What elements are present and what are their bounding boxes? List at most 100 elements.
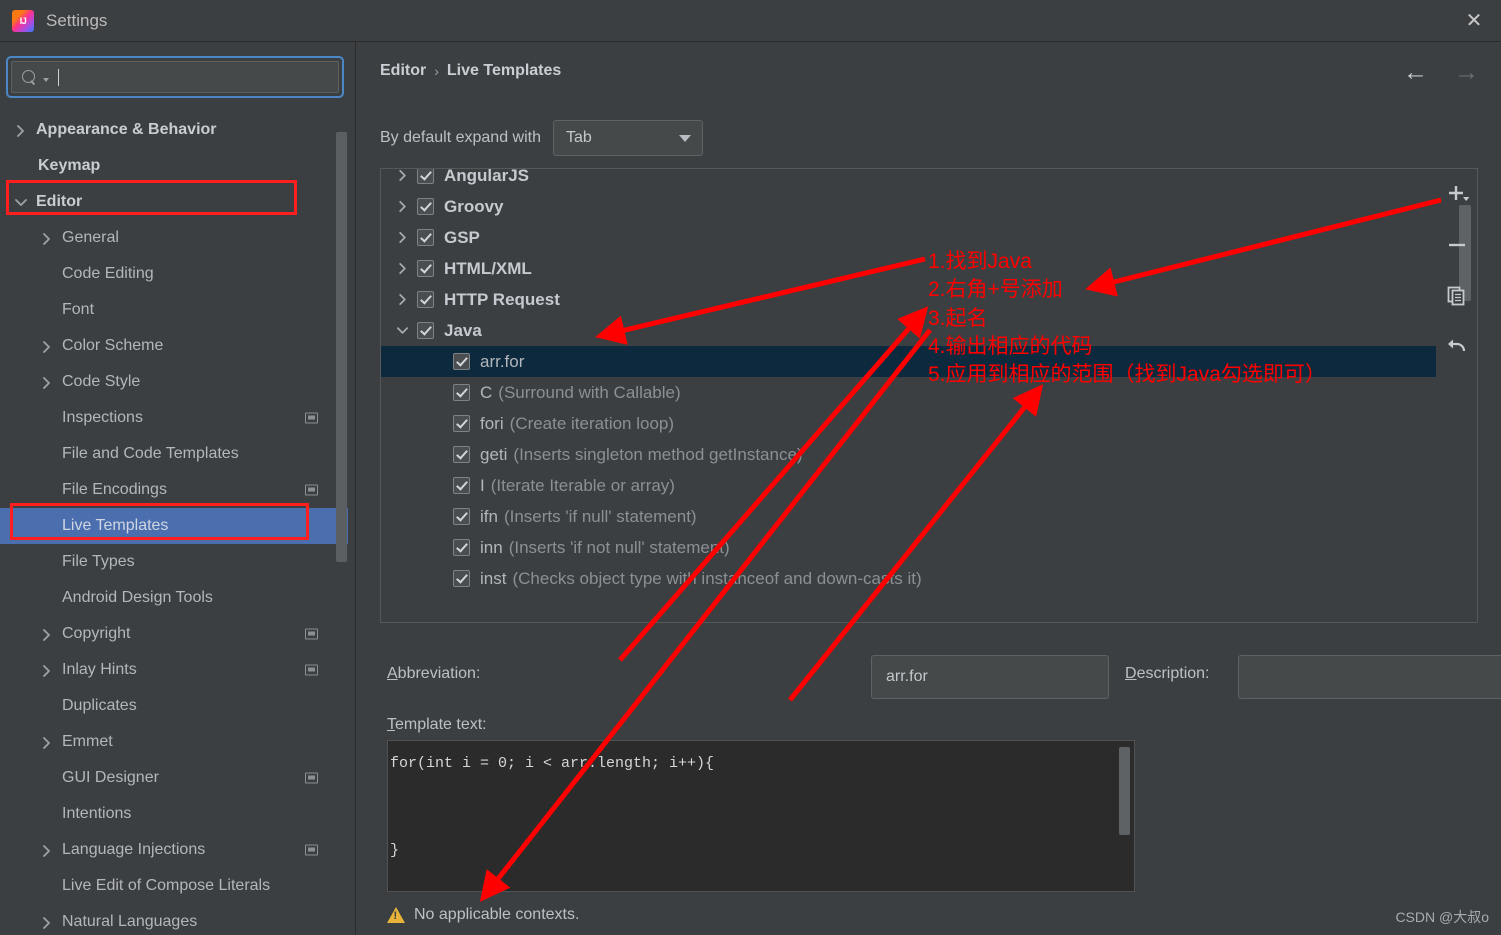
- chevron-right-icon[interactable]: [14, 124, 26, 137]
- template-row[interactable]: inn (Inserts 'if not null' statement): [381, 532, 1436, 563]
- sidebar-item-live-templates[interactable]: Live Templates: [0, 508, 348, 544]
- add-template-button[interactable]: [1443, 182, 1471, 210]
- chevron-right-icon[interactable]: [40, 232, 52, 245]
- sidebar-item-android-design-tools[interactable]: Android Design Tools: [0, 580, 348, 616]
- sidebar-item-copyright[interactable]: Copyright: [0, 616, 348, 652]
- template-checkbox[interactable]: [453, 353, 470, 370]
- sidebar-item-gui-designer[interactable]: GUI Designer: [0, 760, 348, 796]
- chevron-right-icon[interactable]: [40, 844, 52, 857]
- template-checkbox[interactable]: [453, 477, 470, 494]
- template-checkbox[interactable]: [417, 229, 434, 246]
- back-arrow-icon[interactable]: ←: [1403, 60, 1428, 85]
- chevron-right-icon[interactable]: [395, 262, 409, 275]
- chevron-right-icon[interactable]: [40, 736, 52, 749]
- templates-toolbar: [1434, 170, 1480, 370]
- search-box[interactable]: [11, 61, 339, 93]
- breadcrumb-current: Live Templates: [446, 62, 562, 79]
- revert-template-button[interactable]: [1443, 332, 1471, 360]
- sidebar-item-intentions[interactable]: Intentions: [0, 796, 348, 832]
- chevron-right-icon[interactable]: [40, 916, 52, 929]
- template-row[interactable]: Java: [381, 315, 1436, 346]
- sidebar-item-file-and-code-templates[interactable]: File and Code Templates: [0, 436, 348, 472]
- template-row[interactable]: fori (Create iteration loop): [381, 408, 1436, 439]
- sidebar-item-label: Copyright: [62, 625, 131, 642]
- template-checkbox[interactable]: [417, 169, 434, 184]
- template-name: Groovy: [444, 196, 504, 216]
- template-checkbox[interactable]: [417, 260, 434, 277]
- close-icon[interactable]: ✕: [1461, 8, 1487, 34]
- sidebar-item-label: Font: [62, 301, 95, 318]
- template-row[interactable]: geti (Inserts singleton method getInstanc…: [381, 439, 1436, 470]
- chevron-down-icon[interactable]: [14, 196, 27, 208]
- template-text-editor[interactable]: for(int i = 0; i < arr.length; i++){ }: [387, 740, 1135, 892]
- abbreviation-input[interactable]: [871, 655, 1109, 699]
- template-checkbox[interactable]: [417, 322, 434, 339]
- template-row[interactable]: HTTP Request: [381, 284, 1436, 315]
- breadcrumb-parent[interactable]: Editor: [380, 62, 426, 80]
- template-description: (Inserts 'if not null' statement): [508, 537, 730, 557]
- template-row[interactable]: I (Iterate Iterable or array): [381, 470, 1436, 501]
- template-row[interactable]: AngularJS: [381, 169, 1436, 191]
- navigation-arrows: ← →: [1403, 60, 1479, 85]
- sidebar-item-label: GUI Designer: [62, 769, 159, 786]
- search-icon: [22, 69, 42, 85]
- chevron-right-icon[interactable]: [395, 200, 409, 213]
- template-row[interactable]: inst (Checks object type with instanceof …: [381, 563, 1436, 594]
- template-name: C: [480, 382, 493, 402]
- sidebar-item-label: Language Injections: [62, 841, 206, 858]
- template-checkbox[interactable]: [417, 291, 434, 308]
- sidebar-item-editor[interactable]: Editor: [0, 184, 348, 220]
- forward-arrow-icon[interactable]: →: [1454, 60, 1479, 85]
- description-input[interactable]: [1238, 655, 1501, 699]
- template-name: ifn: [480, 506, 498, 526]
- sidebar-item-duplicates[interactable]: Duplicates: [0, 688, 348, 724]
- sidebar-item-emmet[interactable]: Emmet: [0, 724, 348, 760]
- template-checkbox[interactable]: [453, 539, 470, 556]
- chevron-down-icon[interactable]: [395, 324, 409, 337]
- chevron-right-icon[interactable]: [40, 628, 52, 641]
- template-row[interactable]: ifn (Inserts 'if null' statement): [381, 501, 1436, 532]
- sidebar-tree: Appearance & Behavior Keymap Editor General…: [0, 112, 348, 935]
- chevron-right-icon[interactable]: [395, 231, 409, 244]
- sidebar-item-inlay-hints[interactable]: Inlay Hints: [0, 652, 348, 688]
- sidebar-item-font[interactable]: Font: [0, 292, 348, 328]
- sidebar-scrollbar-thumb[interactable]: [336, 132, 347, 562]
- template-row[interactable]: arr.for: [381, 346, 1436, 377]
- template-description: (Checks object type with instanceof and …: [512, 568, 922, 588]
- chevron-right-icon[interactable]: [40, 340, 52, 353]
- template-checkbox[interactable]: [453, 415, 470, 432]
- template-row[interactable]: Groovy: [381, 191, 1436, 222]
- sidebar-item-general[interactable]: General: [0, 220, 348, 256]
- chevron-right-icon[interactable]: [395, 293, 409, 306]
- sidebar-item-keymap[interactable]: Keymap: [0, 148, 348, 184]
- sidebar-item-code-editing[interactable]: Code Editing: [0, 256, 348, 292]
- chevron-right-icon[interactable]: [395, 169, 409, 182]
- chevron-down-icon: [668, 134, 702, 142]
- template-row[interactable]: C (Surround with Callable): [381, 377, 1436, 408]
- template-checkbox[interactable]: [417, 198, 434, 215]
- chevron-down-icon: [43, 78, 49, 82]
- sidebar-item-natural-languages[interactable]: Natural Languages: [0, 904, 348, 935]
- sidebar-item-inspections[interactable]: Inspections: [0, 400, 348, 436]
- template-checkbox[interactable]: [453, 570, 470, 587]
- remove-template-button[interactable]: [1443, 232, 1471, 260]
- sidebar-item-color-scheme[interactable]: Color Scheme: [0, 328, 348, 364]
- sidebar-item-file-encodings[interactable]: File Encodings: [0, 472, 348, 508]
- search-input[interactable]: [58, 68, 338, 86]
- chevron-right-icon[interactable]: [40, 376, 52, 389]
- default-expand-combo[interactable]: Tab: [553, 120, 703, 156]
- template-text-scrollbar-thumb[interactable]: [1119, 747, 1130, 835]
- sidebar-item-code-style[interactable]: Code Style: [0, 364, 348, 400]
- sidebar-item-language-injections[interactable]: Language Injections: [0, 832, 348, 868]
- template-checkbox[interactable]: [453, 508, 470, 525]
- duplicate-template-button[interactable]: [1443, 282, 1471, 310]
- chevron-right-icon[interactable]: [40, 664, 52, 677]
- sidebar-item-file-types[interactable]: File Types: [0, 544, 348, 580]
- template-checkbox[interactable]: [453, 384, 470, 401]
- template-row[interactable]: HTML/XML: [381, 253, 1436, 284]
- template-checkbox[interactable]: [453, 446, 470, 463]
- template-description: (Iterate Iterable or array): [490, 475, 675, 495]
- sidebar-item-live-edit-of-compose-literals[interactable]: Live Edit of Compose Literals: [0, 868, 348, 904]
- template-row[interactable]: GSP: [381, 222, 1436, 253]
- sidebar-item-appearance-behavior[interactable]: Appearance & Behavior: [0, 112, 348, 148]
